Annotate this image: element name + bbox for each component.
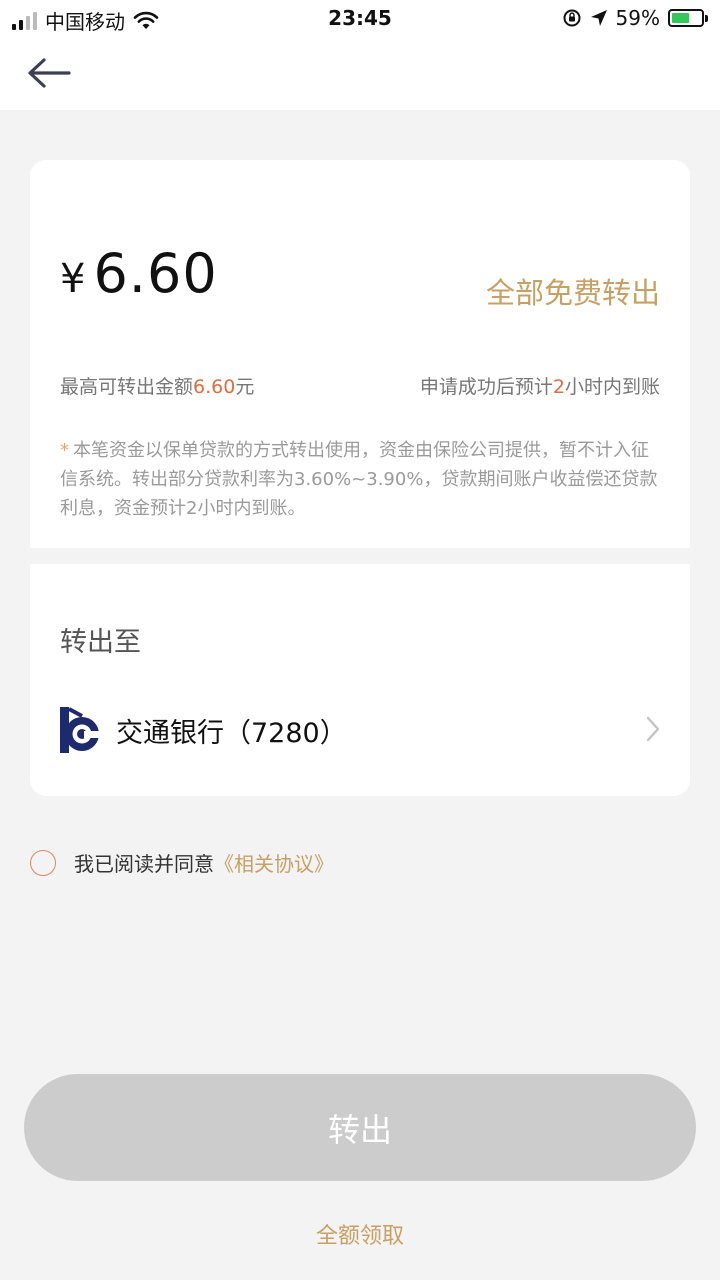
arrival-estimate: 申请成功后预计2小时内到账 bbox=[419, 376, 660, 398]
full-claim-link[interactable]: 全额领取 bbox=[0, 1218, 720, 1250]
transfer-to-label: 转出至 bbox=[60, 627, 141, 658]
battery-icon bbox=[668, 9, 708, 27]
notice-text: 本笔资金以保单贷款的方式转出使用，资金由保险公司提供，暂不计入征信系统。转出部分… bbox=[60, 440, 658, 519]
max-transfer-value: 6.60 bbox=[193, 376, 236, 398]
amount-card: ¥ 6.60 全部免费转出 最高可转出金额6.60元 申请成功后预计2小时内到账… bbox=[30, 160, 690, 548]
arrow-left-icon bbox=[28, 58, 71, 88]
currency-symbol: ¥ bbox=[60, 256, 86, 302]
arrival-hours: 2 bbox=[552, 376, 565, 398]
transfer-all-free-button[interactable]: 全部免费转出 bbox=[486, 270, 660, 312]
back-button[interactable] bbox=[26, 54, 72, 92]
status-bar: 中国移动 23:45 59% bbox=[0, 0, 720, 38]
max-transfer-amount: 最高可转出金额6.60元 bbox=[60, 376, 255, 398]
transfer-out-button[interactable]: 转出 bbox=[24, 1074, 696, 1181]
agreement-checkbox[interactable] bbox=[30, 849, 56, 876]
orientation-lock-icon bbox=[563, 9, 581, 27]
agreement-text: 我已阅读并同意 bbox=[74, 852, 214, 876]
notice-asterisk: * bbox=[60, 440, 69, 461]
bank-of-communications-logo bbox=[60, 707, 102, 753]
battery-percent: 59% bbox=[615, 6, 660, 30]
bank-name: 交通银行（7280） bbox=[116, 717, 347, 749]
top-bar: 中国移动 23:45 59% bbox=[0, 0, 720, 110]
agreement-link[interactable]: 《相关协议》 bbox=[214, 848, 334, 877]
loan-notice: * 本笔资金以保单贷款的方式转出使用，资金由保险公司提供，暂不计入征信系统。转出部… bbox=[60, 436, 664, 523]
destination-card: 转出至 交通银行（7280） bbox=[30, 564, 690, 796]
bank-account-selector[interactable]: 交通银行（7280） bbox=[60, 702, 660, 758]
transfer-amount: ¥ 6.60 bbox=[60, 242, 218, 305]
amount-value: 6.60 bbox=[93, 242, 218, 305]
location-arrow-icon bbox=[590, 10, 607, 26]
status-right: 59% bbox=[562, 6, 708, 30]
chevron-right-icon bbox=[646, 716, 660, 742]
agreement-row: 我已阅读并同意 《相关协议》 bbox=[30, 848, 334, 877]
